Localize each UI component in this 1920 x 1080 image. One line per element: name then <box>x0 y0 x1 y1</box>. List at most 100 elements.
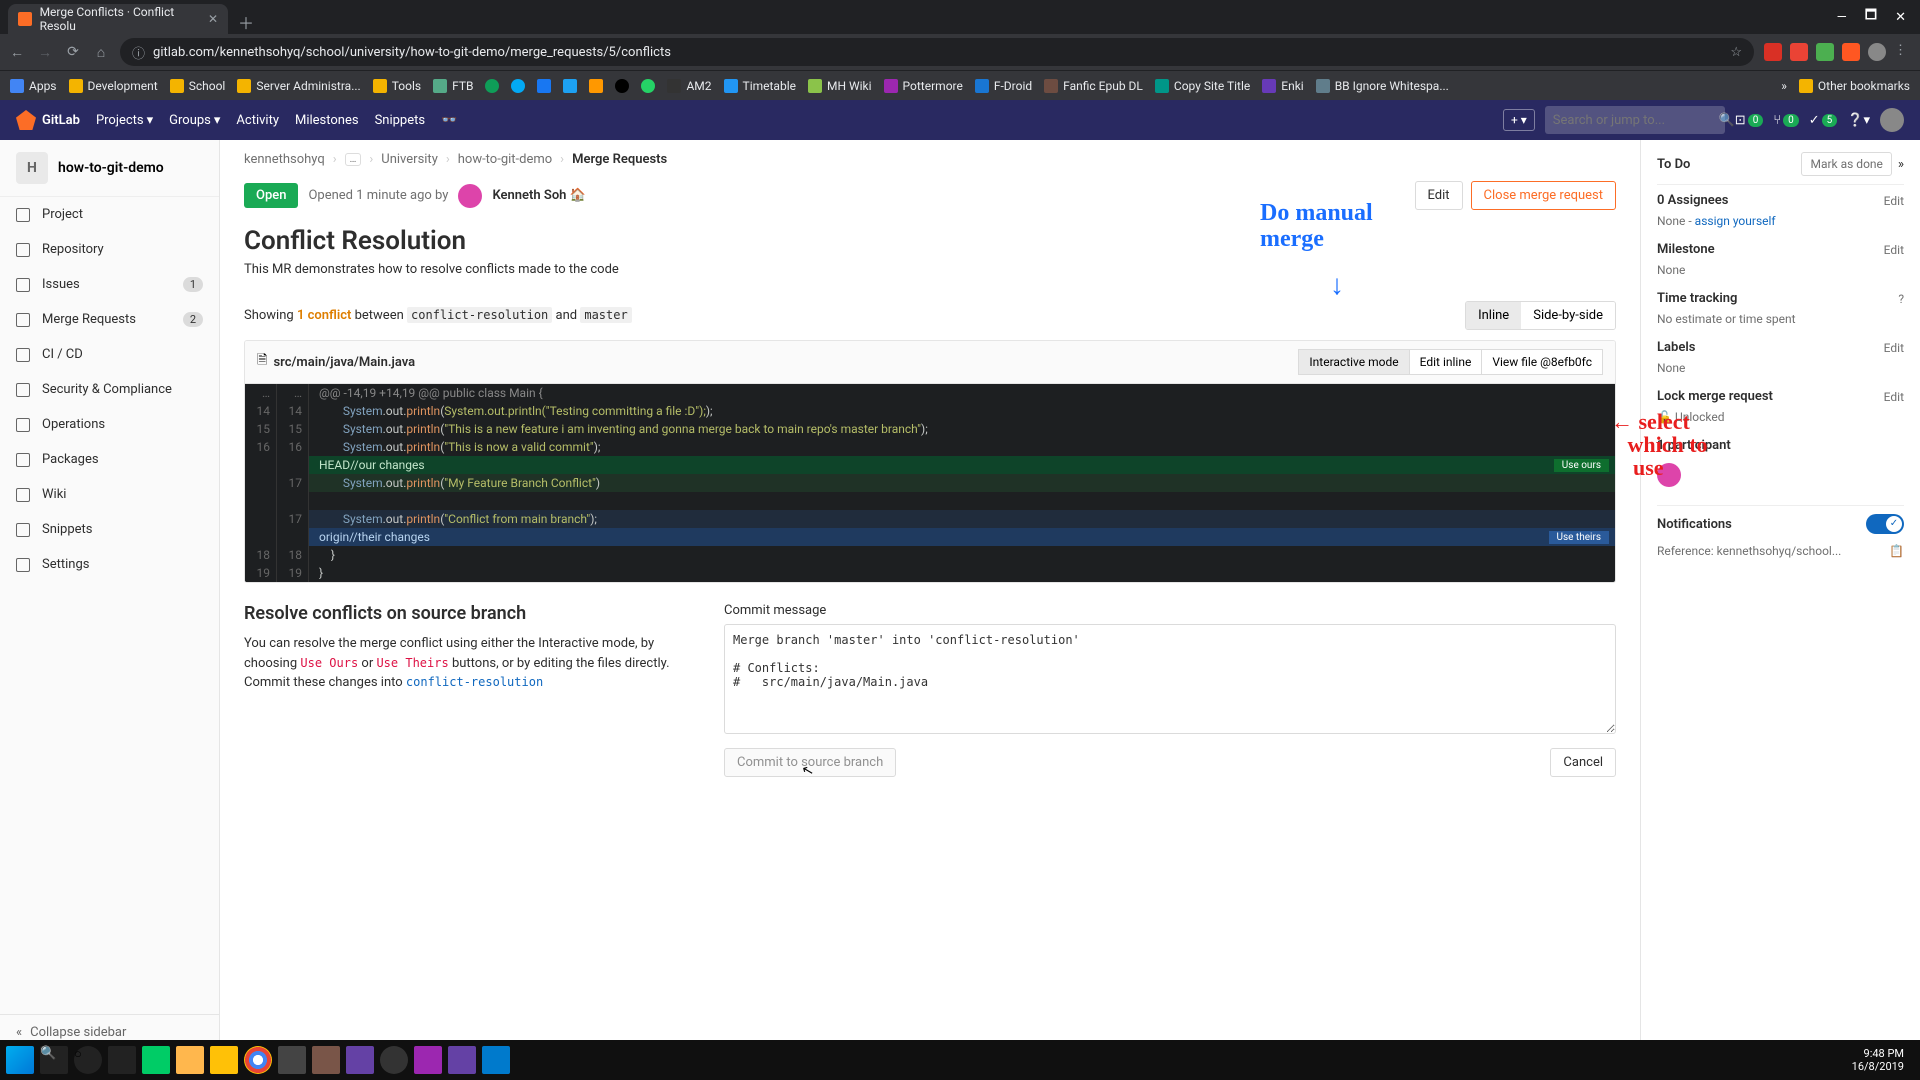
view-inline-button[interactable]: Inline <box>1466 302 1521 329</box>
address-bar[interactable]: ⓘ gitlab.com/kennethsohyq/school/univers… <box>120 38 1754 66</box>
author-avatar[interactable] <box>458 184 482 208</box>
collapse-right-icon[interactable]: » <box>1898 157 1904 172</box>
bookmarks-overflow[interactable]: » <box>1781 79 1787 93</box>
bookmark-item[interactable]: AM2 <box>667 79 711 93</box>
bookmark-item[interactable]: Enki <box>1262 79 1303 93</box>
taskbar-app[interactable] <box>448 1046 476 1074</box>
project-header[interactable]: H how-to-git-demo <box>0 140 219 197</box>
close-mr-button[interactable]: Close merge request <box>1471 181 1616 210</box>
help-icon[interactable]: ❔▾ <box>1847 113 1870 128</box>
notifications-toggle[interactable] <box>1866 514 1904 534</box>
window-minimize-icon[interactable]: — <box>1837 10 1847 25</box>
mrs-count[interactable]: ⑂0 <box>1773 113 1798 128</box>
use-theirs-button[interactable]: Use theirs <box>1549 531 1610 544</box>
close-tab-icon[interactable]: ✕ <box>208 12 218 26</box>
breadcrumb-university[interactable]: University <box>381 152 438 167</box>
bookmark-item[interactable] <box>615 79 629 93</box>
star-icon[interactable]: ☆ <box>1730 45 1742 60</box>
nav-binoculars-icon[interactable]: 👓 <box>441 113 457 128</box>
ext-icon-2[interactable] <box>1790 43 1808 61</box>
bookmark-item[interactable]: Fanfic Epub DL <box>1044 79 1143 93</box>
home-icon[interactable]: ⌂ <box>92 44 110 61</box>
taskbar-app[interactable] <box>346 1046 374 1074</box>
edit-button[interactable]: Edit <box>1415 181 1463 210</box>
new-dropdown[interactable]: + ▾ <box>1503 109 1535 131</box>
ext-icon-4[interactable] <box>1842 43 1860 61</box>
sidebar-item-issues[interactable]: Issues1 <box>0 267 219 302</box>
cancel-button[interactable]: Cancel <box>1550 748 1616 777</box>
breadcrumb-root[interactable]: kennethsohyq <box>244 152 325 167</box>
edit-milestone[interactable]: Edit <box>1884 243 1904 257</box>
taskbar-app[interactable] <box>312 1046 340 1074</box>
sidebar-item-project[interactable]: Project <box>0 197 219 232</box>
sidebar-item-snippets[interactable]: Snippets <box>0 512 219 547</box>
bookmark-item[interactable] <box>563 79 577 93</box>
interactive-mode-button[interactable]: Interactive mode <box>1298 349 1409 375</box>
bookmark-item[interactable]: MH Wiki <box>808 79 872 93</box>
bookmark-item[interactable]: Copy Site Title <box>1155 79 1250 93</box>
bookmark-item[interactable] <box>485 79 499 93</box>
browser-tab[interactable]: Merge Conflicts · Conflict Resolu ✕ <box>8 4 228 34</box>
profile-avatar[interactable] <box>1868 43 1886 61</box>
global-search[interactable]: 🔍 <box>1545 106 1725 134</box>
system-clock[interactable]: 9:48 PM 16/8/2019 <box>1852 1047 1914 1073</box>
taskbar-app[interactable] <box>176 1046 204 1074</box>
issues-count[interactable]: ⊡0 <box>1735 113 1764 128</box>
timetracking-help-icon[interactable]: ? <box>1898 292 1904 306</box>
menu-icon[interactable]: ⋮ <box>1894 43 1912 61</box>
user-avatar[interactable] <box>1880 108 1904 132</box>
author-name[interactable]: Kenneth Soh 🏠 <box>492 188 585 203</box>
view-file-button[interactable]: View file @8efb0fc <box>1481 349 1603 375</box>
sidebar-item-packages[interactable]: Packages <box>0 442 219 477</box>
breadcrumb-project[interactable]: how-to-git-demo <box>458 152 552 167</box>
breadcrumb-ellipsis[interactable]: … <box>345 153 362 166</box>
bookmark-item[interactable] <box>511 79 525 93</box>
reload-icon[interactable]: ⟳ <box>64 44 82 60</box>
taskbar-app[interactable] <box>210 1046 238 1074</box>
nav-groups[interactable]: Groups ▾ <box>169 113 220 128</box>
sidebar-item-security[interactable]: Security & Compliance <box>0 372 219 407</box>
taskbar-app[interactable] <box>142 1046 170 1074</box>
chrome-icon[interactable] <box>244 1046 272 1074</box>
ext-icon-3[interactable] <box>1816 43 1834 61</box>
forward-icon[interactable]: → <box>36 44 54 61</box>
bookmark-item[interactable]: Tools <box>373 79 421 93</box>
ext-icon-1[interactable] <box>1764 43 1782 61</box>
use-ours-button[interactable]: Use ours <box>1554 459 1609 472</box>
participant-avatar[interactable] <box>1657 463 1681 487</box>
new-tab-button[interactable]: ＋ <box>228 10 264 34</box>
todos-count[interactable]: ✓5 <box>1809 113 1838 128</box>
bookmark-item[interactable]: Pottermore <box>884 79 963 93</box>
taskbar-app[interactable] <box>414 1046 442 1074</box>
gitlab-logo[interactable]: GitLab <box>16 110 80 130</box>
sidebar-item-settings[interactable]: Settings <box>0 547 219 582</box>
sidebar-item-repository[interactable]: Repository <box>0 232 219 267</box>
bookmark-item[interactable]: FTB <box>433 79 473 93</box>
taskbar-app[interactable] <box>380 1046 408 1074</box>
bookmark-item[interactable]: Server Administra... <box>237 79 360 93</box>
bookmark-item[interactable] <box>589 79 603 93</box>
nav-milestones[interactable]: Milestones <box>295 113 359 128</box>
sidebar-item-operations[interactable]: Operations <box>0 407 219 442</box>
taskbar-app[interactable] <box>278 1046 306 1074</box>
cortana-icon[interactable]: ○ <box>74 1046 102 1074</box>
view-sidebyside-button[interactable]: Side-by-side <box>1521 302 1615 329</box>
edit-labels[interactable]: Edit <box>1884 341 1904 355</box>
edit-inline-button[interactable]: Edit inline <box>1409 349 1483 375</box>
back-icon[interactable]: ← <box>8 44 26 61</box>
bookmark-item[interactable]: Development <box>69 79 158 93</box>
bookmark-item[interactable]: School <box>170 79 226 93</box>
edit-lock[interactable]: Edit <box>1884 390 1904 404</box>
sidebar-item-wiki[interactable]: Wiki <box>0 477 219 512</box>
bookmark-item[interactable]: Timetable <box>724 79 796 93</box>
nav-snippets[interactable]: Snippets <box>375 113 426 128</box>
bookmark-item[interactable] <box>641 79 655 93</box>
assign-yourself-link[interactable]: assign yourself <box>1695 214 1776 228</box>
start-button[interactable] <box>6 1046 34 1074</box>
mark-done-button[interactable]: Mark as done <box>1801 152 1891 176</box>
taskview-icon[interactable] <box>108 1046 136 1074</box>
search-input[interactable] <box>1553 113 1719 128</box>
sidebar-item-merge-requests[interactable]: Merge Requests2 <box>0 302 219 337</box>
bookmark-item[interactable] <box>537 79 551 93</box>
bookmark-item[interactable]: F-Droid <box>975 79 1032 93</box>
